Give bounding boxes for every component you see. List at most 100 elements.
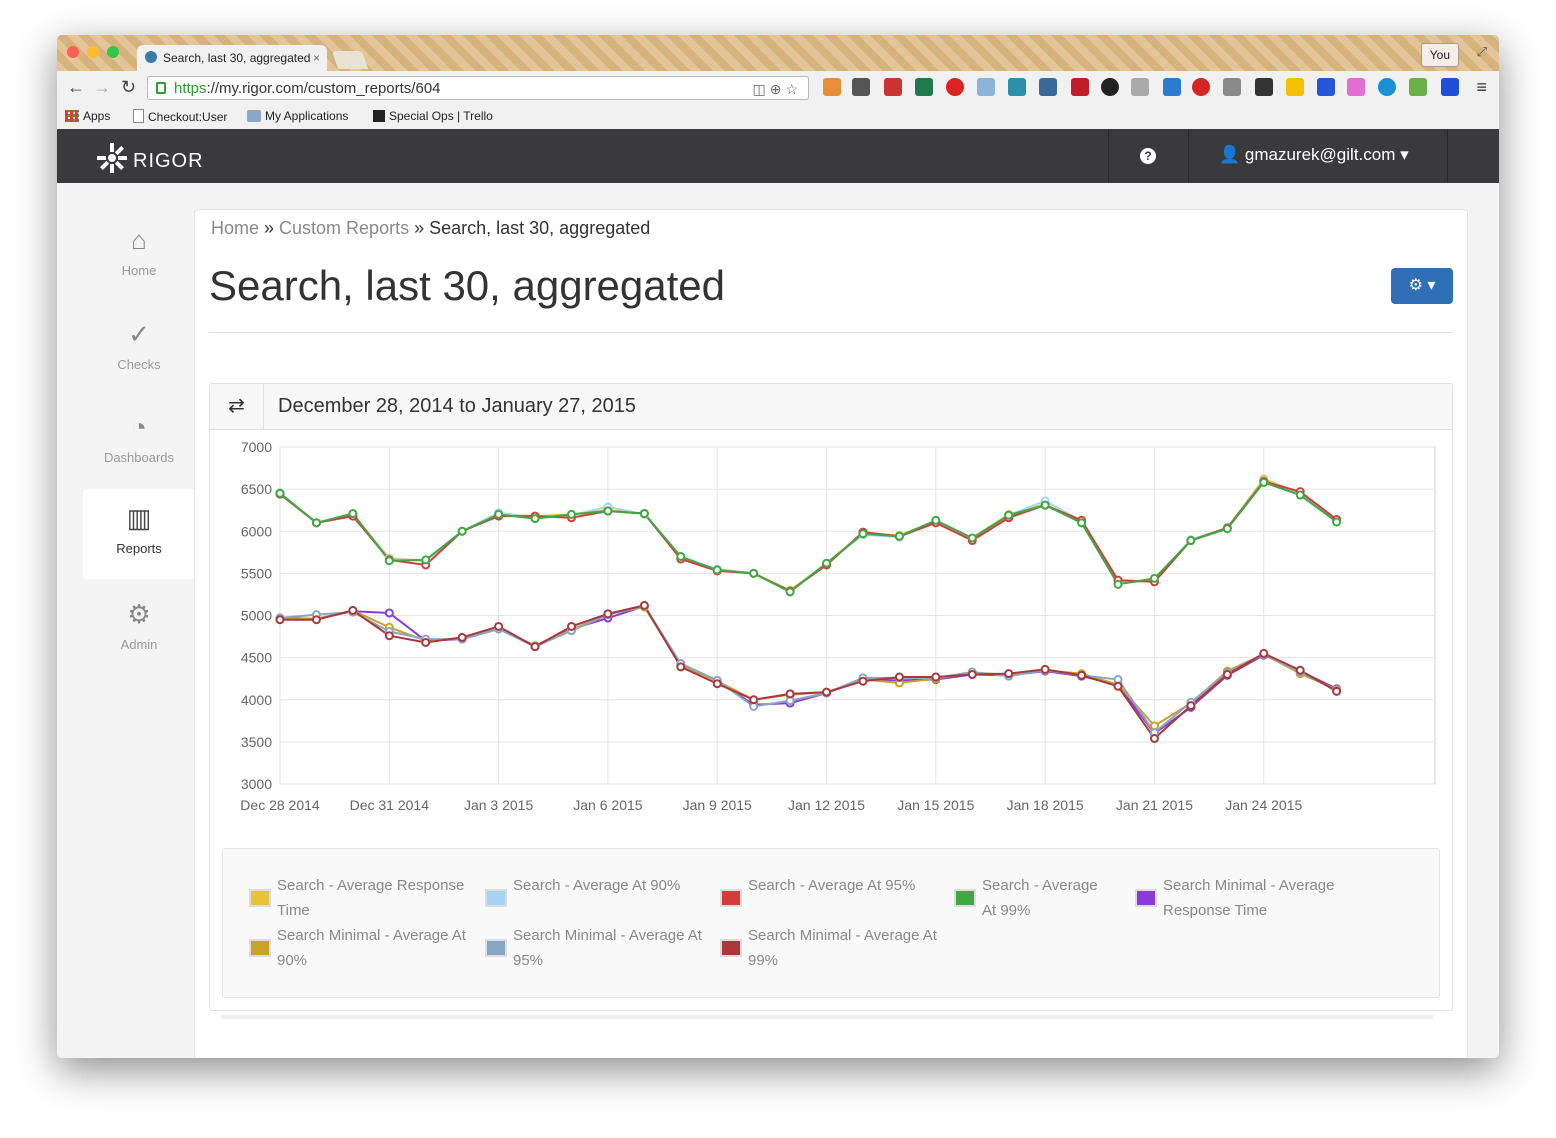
reader-icon[interactable]: ◫	[752, 81, 769, 97]
data-point	[712, 679, 722, 689]
rigor-logo-icon	[97, 143, 127, 173]
extension-stop-icon[interactable]	[946, 78, 964, 96]
user-menu[interactable]: 👤 gmazurek@gilt.com ▾	[1219, 145, 1409, 165]
sidebar-item-label: Checks	[117, 357, 161, 372]
main-content: Home » Custom Reports » Search, last 30,…	[194, 209, 1468, 1058]
legend-swatch	[720, 889, 742, 907]
sidebar-item-checks[interactable]: ✓ Checks	[83, 305, 195, 395]
extension-gradient-icon[interactable]	[1347, 78, 1365, 96]
extension-refresh-icon[interactable]	[1378, 78, 1396, 96]
sidebar-item-reports[interactable]: ▥ Reports	[83, 489, 195, 579]
sidebar-item-label: Home	[121, 263, 157, 278]
legend-label: Search - Average Response Time	[277, 877, 465, 919]
extension-eyedropper-icon[interactable]	[852, 78, 870, 96]
extension-excel-icon[interactable]	[915, 78, 933, 96]
data-point	[457, 632, 467, 642]
reload-icon[interactable]: ↻	[121, 77, 136, 98]
breadcrumb-current: Search, last 30, aggregated	[429, 218, 651, 238]
legend-item[interactable]: Search Minimal - Average At 99%	[720, 923, 940, 973]
legend-item[interactable]: Search - Average Response Time	[249, 873, 469, 923]
browser-menu-icon[interactable]: ≡	[1476, 77, 1487, 98]
legend-item[interactable]: Search Minimal - Average At 95%	[485, 923, 705, 973]
extension-flag-icon[interactable]	[823, 78, 841, 96]
zoom-icon[interactable]: ⊕	[770, 81, 786, 97]
new-tab-button[interactable]	[331, 51, 369, 69]
legend-label: Search - Average At 95%	[748, 877, 916, 894]
user-icon: 👤	[1219, 145, 1241, 164]
tab-close-icon[interactable]: ×	[313, 45, 320, 71]
extension-arrow-icon[interactable]	[1317, 78, 1335, 96]
data-point	[603, 506, 613, 516]
close-window-button[interactable]	[67, 46, 79, 58]
extension-screen-icon[interactable]	[1039, 78, 1057, 96]
legend-swatch	[249, 939, 271, 957]
extension-on-icon[interactable]	[884, 78, 902, 96]
legend-label: Search - Average At 90%	[513, 877, 681, 894]
rigor-logo[interactable]: RIGOR	[95, 141, 204, 175]
bookmarks-bar: Apps Checkout:User My Applications Speci…	[57, 105, 1499, 130]
bookmark-star-icon[interactable]: ☆	[785, 81, 802, 97]
y-tick-label: 6000	[241, 523, 272, 539]
zoom-window-button[interactable]	[107, 46, 119, 58]
data-point	[1040, 500, 1050, 510]
sidebar: ⌂ Home ✓ Checks ◔ Dashboards ▥ Reports ⚙…	[57, 183, 195, 1058]
fullscreen-icon[interactable]: ⤢	[1477, 44, 1487, 60]
shuffle-icon[interactable]: ⇄	[210, 384, 264, 429]
bookmark-apps[interactable]: Apps	[65, 109, 110, 123]
extension-linkedin-icon[interactable]	[1131, 78, 1149, 96]
data-point	[421, 637, 431, 647]
extension-blue-arrow-icon[interactable]	[1441, 78, 1459, 96]
legend-item[interactable]: Search Minimal - Average At 90%	[249, 923, 469, 973]
omnibox-actions[interactable]: ◫⊕☆	[752, 77, 802, 101]
url-path: ://my.rigor.com/custom_reports/604	[206, 80, 441, 97]
bookmark-checkout-label: Checkout:User	[148, 110, 228, 124]
legend-item[interactable]: Search - Average At 99%	[954, 873, 1114, 923]
data-point	[1222, 524, 1232, 534]
data-point	[967, 669, 977, 679]
extension-film-icon[interactable]	[1255, 78, 1273, 96]
settings-dropdown-button[interactable]: ⚙ ▾	[1391, 268, 1453, 304]
bookmark-my-applications[interactable]: My Applications	[247, 109, 348, 123]
legend-label: Search Minimal - Average At 90%	[277, 927, 466, 969]
y-tick-label: 5000	[241, 608, 272, 624]
forward-arrow-icon[interactable]: →	[93, 77, 111, 98]
data-point	[457, 526, 467, 536]
extension-palette-icon[interactable]	[1409, 78, 1427, 96]
trello-icon	[373, 110, 385, 122]
data-point	[566, 621, 576, 631]
data-point	[931, 672, 941, 682]
sidebar-item-label: Dashboards	[103, 450, 175, 465]
extension-off-icon[interactable]	[1223, 78, 1241, 96]
extension-warning-icon[interactable]	[1286, 78, 1304, 96]
help-icon[interactable]: ?	[1140, 148, 1156, 164]
profile-button[interactable]: You	[1420, 43, 1459, 67]
address-bar[interactable]: https://my.rigor.com/custom_reports/604 …	[147, 76, 809, 100]
extension-adblock-icon[interactable]	[1192, 78, 1210, 96]
x-tick-label: Jan 18 2015	[1007, 797, 1084, 813]
y-tick-label: 7000	[241, 439, 272, 455]
sidebar-item-home[interactable]: ⌂ Home	[83, 211, 195, 301]
sidebar-item-admin[interactable]: ⚙ Admin	[83, 585, 195, 675]
legend-item[interactable]: Search - Average At 95%	[720, 873, 940, 907]
data-point	[749, 568, 759, 578]
extension-window-icon[interactable]	[977, 78, 995, 96]
bookmark-trello[interactable]: Special Ops | Trello	[373, 109, 493, 123]
browser-tab[interactable]: Search, last 30, aggregated ×	[137, 45, 327, 71]
legend-item[interactable]: Search Minimal - Average Response Time	[1135, 873, 1355, 923]
minimize-window-button[interactable]	[87, 46, 99, 58]
bookmark-checkout-user[interactable]: Checkout:User	[133, 109, 227, 124]
extension-wave-icon[interactable]	[1008, 78, 1026, 96]
extension-circle-icon[interactable]	[1101, 78, 1119, 96]
extension-lastpass-icon[interactable]	[1071, 78, 1089, 96]
data-point	[275, 488, 285, 498]
back-arrow-icon[interactable]: ←	[67, 77, 85, 98]
check-circle-icon: ✓	[128, 319, 150, 349]
data-point	[530, 642, 540, 652]
sidebar-item-dashboards[interactable]: ◔ Dashboards	[83, 398, 195, 488]
legend-item[interactable]: Search - Average At 90%	[485, 873, 705, 907]
breadcrumb-custom-reports[interactable]: Custom Reports	[279, 218, 409, 238]
extension-bracket-icon[interactable]	[1163, 78, 1181, 96]
breadcrumb-home[interactable]: Home	[211, 218, 259, 238]
user-email: gmazurek@gilt.com ▾	[1244, 145, 1409, 164]
data-point	[1113, 579, 1123, 589]
